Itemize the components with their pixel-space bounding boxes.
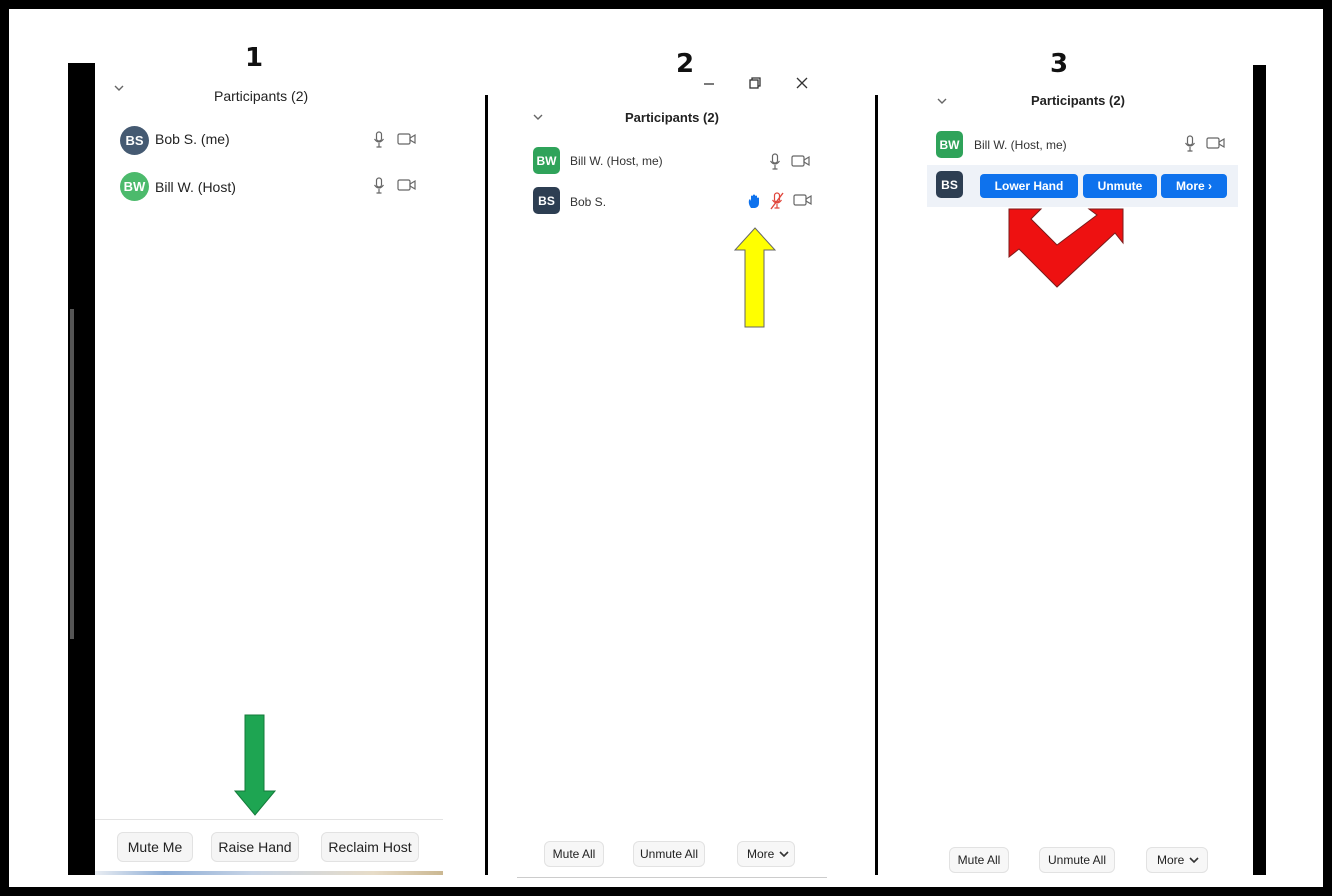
microphone-icon[interactable] bbox=[373, 131, 385, 149]
left-edge-scroll bbox=[70, 309, 74, 639]
mute-all-button[interactable]: Mute All bbox=[949, 847, 1009, 873]
red-double-up-arrow-annotation bbox=[1008, 208, 1124, 288]
footer-divider bbox=[95, 819, 443, 820]
screenshot-frame: 1 2 3 Participants (2) BS Bob S. (me) BW… bbox=[0, 0, 1332, 896]
minimize-icon[interactable] bbox=[702, 76, 716, 90]
step-number-3: 3 bbox=[1050, 49, 1069, 79]
reclaim-host-button[interactable]: Reclaim Host bbox=[321, 832, 419, 862]
participants-title: Participants (2) bbox=[1031, 93, 1125, 108]
more-dropdown-button[interactable]: More bbox=[737, 841, 795, 867]
participant-name: Bill W. (Host, me) bbox=[974, 138, 1067, 152]
lower-hand-button[interactable]: Lower Hand bbox=[980, 174, 1078, 198]
participants-title: Participants (2) bbox=[214, 88, 309, 104]
right-edge-bar bbox=[1253, 65, 1266, 875]
mute-me-button[interactable]: Mute Me bbox=[117, 832, 193, 862]
raise-hand-button[interactable]: Raise Hand bbox=[211, 832, 299, 862]
more-label: More bbox=[747, 847, 775, 861]
divider-2-3 bbox=[875, 95, 878, 875]
taskbar-strip bbox=[95, 871, 443, 875]
yellow-up-arrow-annotation bbox=[733, 227, 777, 328]
chevron-down-icon[interactable] bbox=[936, 97, 948, 105]
participant-name: Bob S. (me) bbox=[155, 131, 230, 147]
step-number-2: 2 bbox=[676, 49, 695, 79]
avatar: BW bbox=[936, 131, 963, 158]
unmute-all-button[interactable]: Unmute All bbox=[633, 841, 705, 867]
raised-hand-icon bbox=[748, 194, 759, 208]
muted-microphone-icon[interactable] bbox=[770, 192, 784, 210]
restore-icon[interactable] bbox=[748, 76, 762, 90]
participant-name: Bill W. (Host) bbox=[155, 179, 236, 195]
participant-name: Bob S. bbox=[570, 195, 607, 209]
video-camera-icon[interactable] bbox=[397, 132, 417, 146]
green-down-arrow-annotation bbox=[233, 714, 277, 816]
avatar: BS bbox=[120, 126, 149, 155]
unmute-button[interactable]: Unmute bbox=[1083, 174, 1157, 198]
step-number-1: 1 bbox=[245, 43, 264, 73]
microphone-icon[interactable] bbox=[769, 153, 781, 171]
microphone-icon[interactable] bbox=[373, 177, 385, 195]
close-icon[interactable] bbox=[795, 76, 809, 90]
avatar: BS bbox=[533, 187, 560, 214]
more-label: More bbox=[1157, 853, 1185, 867]
microphone-icon[interactable] bbox=[1184, 135, 1196, 153]
video-camera-icon[interactable] bbox=[397, 178, 417, 192]
more-dropdown-button[interactable]: More bbox=[1146, 847, 1208, 873]
chevron-down-icon bbox=[1189, 856, 1199, 863]
footer-divider bbox=[517, 877, 827, 878]
chevron-down-icon bbox=[779, 850, 789, 857]
avatar: BW bbox=[533, 147, 560, 174]
participant-name: Bill W. (Host, me) bbox=[570, 154, 663, 168]
unmute-all-button[interactable]: Unmute All bbox=[1039, 847, 1115, 873]
chevron-down-icon[interactable] bbox=[532, 113, 544, 121]
avatar: BW bbox=[120, 172, 149, 201]
video-camera-icon[interactable] bbox=[793, 193, 813, 207]
more-options-button[interactable]: More › bbox=[1161, 174, 1227, 198]
avatar: BS bbox=[936, 171, 963, 198]
video-camera-icon[interactable] bbox=[1206, 136, 1226, 150]
mute-all-button[interactable]: Mute All bbox=[544, 841, 604, 867]
chevron-down-icon[interactable] bbox=[113, 84, 125, 92]
video-camera-icon[interactable] bbox=[791, 154, 811, 168]
divider-1-2 bbox=[485, 95, 488, 875]
participants-title: Participants (2) bbox=[625, 110, 719, 125]
